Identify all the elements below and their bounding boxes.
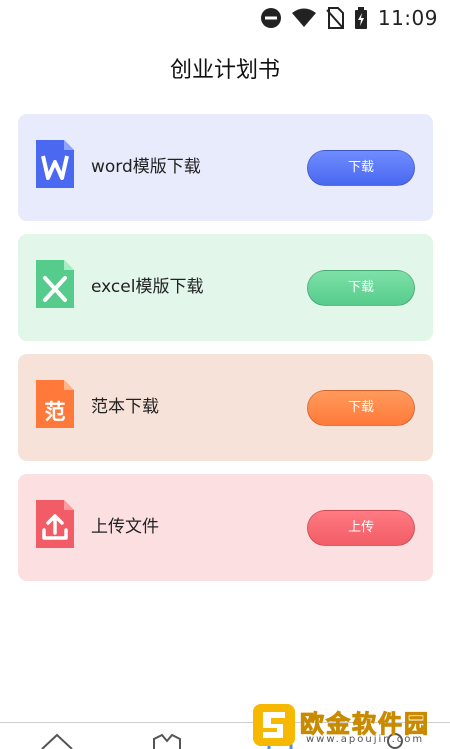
- no-sim-icon: [326, 7, 344, 29]
- home-icon[interactable]: [40, 731, 74, 749]
- status-icons: 11:09: [260, 6, 438, 30]
- upload-file-label: 上传文件: [91, 517, 159, 537]
- sample-icon-glyph: 范: [45, 400, 66, 424]
- battery-charging-icon: [354, 7, 367, 29]
- word-template-label: word模版下载: [91, 157, 201, 177]
- sample-card: 范 范本下载 下载: [18, 354, 433, 461]
- watermark-logo-icon: [253, 704, 295, 746]
- excel-template-label: excel模版下载: [91, 277, 204, 297]
- upload-file-card: 上传文件 上传: [18, 474, 433, 581]
- wifi-icon: [291, 8, 316, 27]
- watermark: 欧金软件园 www.apoujin.com: [248, 700, 444, 749]
- do-not-disturb-icon: [260, 8, 281, 28]
- word-template-card: word模版下载 下载: [18, 114, 433, 221]
- sample-label: 范本下载: [91, 397, 159, 417]
- upload-button[interactable]: 上传: [307, 510, 415, 546]
- word-document-icon: [36, 140, 74, 188]
- excel-template-card: excel模版下载 下载: [18, 234, 433, 341]
- page-title: 创业计划书: [169, 58, 280, 83]
- watermark-url: www.apoujin.com: [306, 734, 425, 745]
- status-bar: 11:09: [0, 0, 450, 36]
- excel-document-icon: [36, 260, 74, 308]
- word-download-button[interactable]: 下载: [307, 150, 415, 186]
- upload-document-icon: [36, 500, 74, 548]
- status-time: 11:09: [377, 6, 438, 30]
- sample-download-button[interactable]: 下载: [307, 390, 415, 426]
- sample-document-icon: 范: [36, 380, 74, 428]
- category-icon[interactable]: [150, 731, 184, 749]
- excel-download-button[interactable]: 下载: [307, 270, 415, 306]
